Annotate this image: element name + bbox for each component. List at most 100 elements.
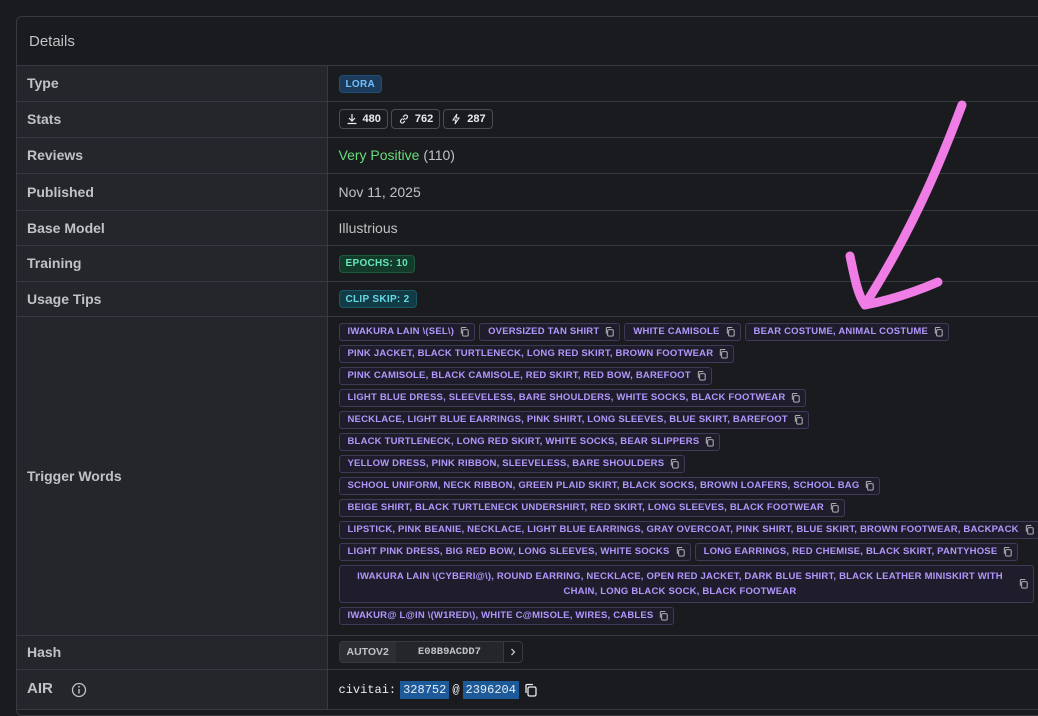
download-icon (346, 113, 358, 125)
trigger-word-text: YELLOW DRESS, PINK RIBBON, SLEEVELESS, B… (348, 458, 665, 469)
links-count: 762 (415, 113, 433, 125)
published-label: Published (17, 173, 327, 210)
trigger-word-text: IWAKURA LAIN \(SEL\) (348, 326, 455, 337)
copy-icon[interactable] (1024, 524, 1035, 535)
copy-icon[interactable] (933, 326, 944, 337)
copy-icon[interactable] (604, 326, 615, 337)
downloads-stat: 480 (339, 109, 388, 129)
row-trigger-words: Trigger Words IWAKURA LAIN \(SEL\) OVERSI… (17, 316, 1038, 635)
copy-icon[interactable] (829, 502, 840, 513)
base-model-value: Illustrious (339, 220, 398, 236)
details-title: Details (29, 33, 75, 50)
trigger-word-chip[interactable]: BLACK TURTLENECK, LONG RED SKIRT, WHITE … (339, 433, 721, 451)
trigger-words-row: SCHOOL UNIFORM, NECK RIBBON, GREEN PLAID… (339, 477, 1038, 495)
trigger-word-chip[interactable]: BEIGE SHIRT, BLACK TURTLENECK UNDERSHIRT… (339, 499, 845, 517)
air-sep: @ (452, 683, 459, 697)
trigger-word-text: NECKLACE, LIGHT BLUE EARRINGS, PINK SHIR… (348, 414, 788, 425)
trigger-word-chip[interactable]: NECKLACE, LIGHT BLUE EARRINGS, PINK SHIR… (339, 411, 809, 429)
trigger-word-text: LIGHT PINK DRESS, BIG RED BOW, LONG SLEE… (348, 546, 670, 557)
trigger-word-text: BLACK TURTLENECK, LONG RED SKIRT, WHITE … (348, 436, 700, 447)
trigger-word-chip[interactable]: IWAKURA LAIN \(SEL\) (339, 323, 476, 341)
copy-icon[interactable] (790, 392, 801, 403)
row-hash: Hash AUTOV2 E08B9ACDD7 (17, 635, 1038, 669)
row-base-model: Base Model Illustrious (17, 210, 1038, 245)
air-version-id: 2396204 (463, 681, 519, 699)
hash-value[interactable]: E08B9ACDD7 (396, 642, 503, 662)
copy-icon[interactable] (696, 370, 707, 381)
air-value: civitai: 328752 @ 2396204 (339, 681, 539, 699)
trigger-word-chip[interactable]: PINK JACKET, BLACK TURTLENECK, LONG RED … (339, 345, 735, 363)
trigger-word-chip[interactable]: IWAKUR@ L@IN \(W1RED\), WHITE C@MISOLE, … (339, 607, 675, 625)
trigger-word-text: LIGHT BLUE DRESS, SLEEVELESS, BARE SHOUL… (348, 392, 786, 403)
trigger-word-text: BEAR COSTUME, ANIMAL COSTUME (754, 326, 929, 337)
copy-icon[interactable] (704, 436, 715, 447)
trigger-word-chip[interactable]: LIGHT BLUE DRESS, SLEEVELESS, BARE SHOUL… (339, 389, 807, 407)
trigger-words-row: NECKLACE, LIGHT BLUE EARRINGS, PINK SHIR… (339, 411, 1038, 429)
trigger-word-chip[interactable]: IWAKURA LAIN \(CYBERI@\), ROUND EARRING,… (339, 565, 1034, 603)
trigger-words-row: IWAKUR@ L@IN \(W1RED\), WHITE C@MISOLE, … (339, 607, 1038, 625)
trigger-word-chip[interactable]: OVERSIZED TAN SHIRT (479, 323, 620, 341)
trigger-word-text: LONG EARRINGS, RED CHEMISE, BLACK SKIRT,… (704, 546, 998, 557)
copy-icon[interactable] (675, 546, 686, 557)
trigger-words-row: PINK JACKET, BLACK TURTLENECK, LONG RED … (339, 345, 1038, 363)
copy-icon[interactable] (1002, 546, 1013, 557)
trigger-words-row: IWAKURA LAIN \(CYBERI@\), ROUND EARRING,… (339, 565, 1038, 603)
trigger-words-row: YELLOW DRESS, PINK RIBBON, SLEEVELESS, B… (339, 455, 1038, 473)
trigger-word-chip[interactable]: YELLOW DRESS, PINK RIBBON, SLEEVELESS, B… (339, 455, 686, 473)
downloads-count: 480 (363, 113, 381, 125)
trigger-word-chip[interactable]: BEAR COSTUME, ANIMAL COSTUME (745, 323, 950, 341)
trigger-word-chip[interactable]: PINK CAMISOLE, BLACK CAMISOLE, RED SKIRT… (339, 367, 712, 385)
usage-tips-label: Usage Tips (17, 281, 327, 316)
trigger-words-list: IWAKURA LAIN \(SEL\) OVERSIZED TAN SHIRTW… (339, 317, 1038, 635)
copy-icon[interactable] (1018, 578, 1029, 589)
clip-skip-badge: CLIP SKIP: 2 (339, 290, 417, 308)
trigger-words-row: LIGHT PINK DRESS, BIG RED BOW, LONG SLEE… (339, 543, 1038, 561)
bolt-icon (450, 113, 462, 125)
copy-icon[interactable] (793, 414, 804, 425)
row-usage-tips: Usage Tips CLIP SKIP: 2 (17, 281, 1038, 316)
row-reviews: Reviews Very Positive (110) (17, 137, 1038, 173)
epochs-badge: EPOCHS: 10 (339, 255, 415, 273)
hash-type[interactable]: AUTOV2 (340, 642, 396, 662)
stats-label: Stats (17, 101, 327, 137)
trigger-words-label: Trigger Words (17, 316, 327, 635)
row-air: AIR civitai: 328752 @ 2396204 (17, 669, 1038, 709)
hash-next-button[interactable] (503, 642, 522, 662)
row-stats: Stats 480 762 287 (17, 101, 1038, 137)
row-training: Training EPOCHS: 10 (17, 245, 1038, 281)
details-header[interactable]: Details (17, 17, 1038, 66)
copy-icon[interactable] (864, 480, 875, 491)
reviews-label: Reviews (17, 137, 327, 173)
trigger-words-row: BLACK TURTLENECK, LONG RED SKIRT, WHITE … (339, 433, 1038, 451)
base-model-label: Base Model (17, 210, 327, 245)
link-icon (398, 113, 410, 125)
generations-count: 287 (467, 113, 485, 125)
air-label-cell: AIR (17, 669, 327, 709)
trigger-word-chip[interactable]: LIGHT PINK DRESS, BIG RED BOW, LONG SLEE… (339, 543, 691, 561)
reviews-count: (110) (423, 147, 455, 163)
trigger-word-text: BEIGE SHIRT, BLACK TURTLENECK UNDERSHIRT… (348, 502, 824, 513)
copy-icon[interactable] (658, 610, 669, 621)
trigger-word-chip[interactable]: LIPSTICK, PINK BEANIE, NECKLACE, LIGHT B… (339, 521, 1038, 539)
copy-icon[interactable] (523, 682, 539, 698)
air-model-id: 328752 (400, 681, 449, 699)
copy-icon[interactable] (669, 458, 680, 469)
row-published: Published Nov 11, 2025 (17, 173, 1038, 210)
copy-icon[interactable] (718, 348, 729, 359)
trigger-word-chip[interactable]: WHITE CAMISOLE (624, 323, 740, 341)
chevron-right-icon (508, 647, 518, 657)
training-label: Training (17, 245, 327, 281)
trigger-word-chip[interactable]: SCHOOL UNIFORM, NECK RIBBON, GREEN PLAID… (339, 477, 881, 495)
copy-icon[interactable] (725, 326, 736, 337)
trigger-word-chip[interactable]: LONG EARRINGS, RED CHEMISE, BLACK SKIRT,… (695, 543, 1019, 561)
info-icon[interactable] (71, 682, 87, 698)
trigger-words-row: PINK CAMISOLE, BLACK CAMISOLE, RED SKIRT… (339, 367, 1038, 385)
copy-icon[interactable] (459, 326, 470, 337)
trigger-word-text: IWAKUR@ L@IN \(W1RED\), WHITE C@MISOLE, … (348, 610, 654, 621)
generations-stat: 287 (443, 109, 492, 129)
links-stat: 762 (391, 109, 440, 129)
details-table: Type LORA Stats 480 762 287 (17, 66, 1038, 710)
row-type: Type LORA (17, 66, 1038, 101)
reviews-sentiment[interactable]: Very Positive (339, 147, 420, 163)
type-label: Type (17, 66, 327, 101)
